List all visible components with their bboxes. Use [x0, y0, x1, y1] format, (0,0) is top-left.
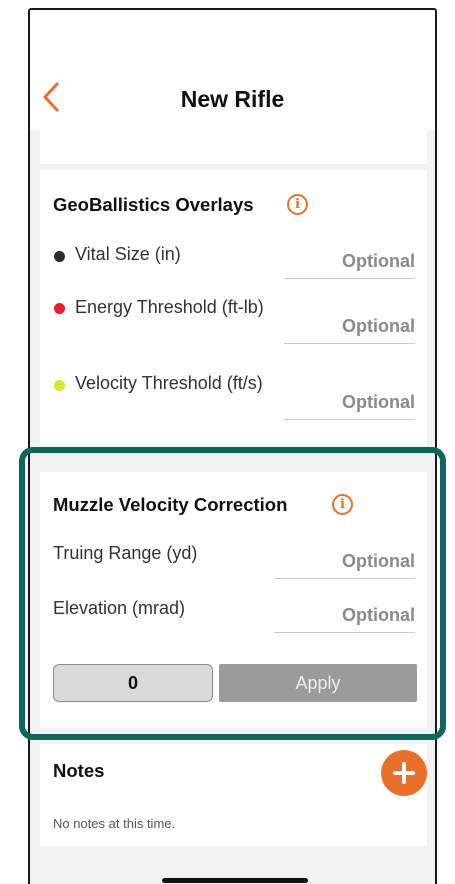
correction-value-input[interactable]: 0	[53, 664, 213, 702]
energy-threshold-label: Energy Threshold (ft-lb)	[75, 297, 264, 317]
add-note-button[interactable]	[381, 750, 427, 796]
page-title: New Rifle	[180, 86, 285, 112]
apply-button[interactable]: Apply	[219, 664, 417, 702]
energy-threshold-dot	[54, 303, 65, 314]
truing-range-label: Truing Range (yd)	[53, 543, 198, 563]
elevation-label: Elevation (mrad)	[53, 598, 186, 618]
vital-size-label: Vital Size (in)	[75, 244, 181, 264]
vital-size-dot	[54, 251, 65, 262]
muzzle-velocity-correction-card: Muzzle Velocity Correction i Truing Rang…	[40, 472, 427, 728]
velocity-threshold-input[interactable]: Optional	[284, 385, 415, 420]
phone-screen: New Rifle GeoBallistics Overlays i Vital…	[28, 8, 437, 884]
geoballistics-overlays-title: GeoBallistics Overlays	[53, 194, 254, 215]
notes-card: Notes No notes at this time.	[40, 744, 427, 846]
velocity-threshold-label: Velocity Threshold (ft/s)	[75, 373, 263, 393]
notes-title: Notes	[53, 760, 105, 781]
navigation-bar: New Rifle	[30, 10, 435, 130]
info-icon[interactable]: i	[332, 494, 353, 515]
geoballistics-overlays-card: GeoBallistics Overlays i Vital Size (in)…	[40, 170, 427, 446]
truing-range-input[interactable]: Optional	[274, 544, 415, 579]
notes-empty-text: No notes at this time.	[53, 816, 176, 831]
muzzle-velocity-correction-title: Muzzle Velocity Correction	[53, 494, 288, 515]
energy-threshold-input[interactable]: Optional	[284, 309, 415, 344]
info-icon[interactable]: i	[287, 194, 308, 215]
home-indicator	[162, 878, 308, 883]
vital-size-input[interactable]: Optional	[284, 244, 415, 279]
velocity-threshold-dot	[54, 380, 65, 391]
elevation-input[interactable]: Optional	[274, 598, 415, 633]
previous-section-card	[40, 128, 427, 164]
